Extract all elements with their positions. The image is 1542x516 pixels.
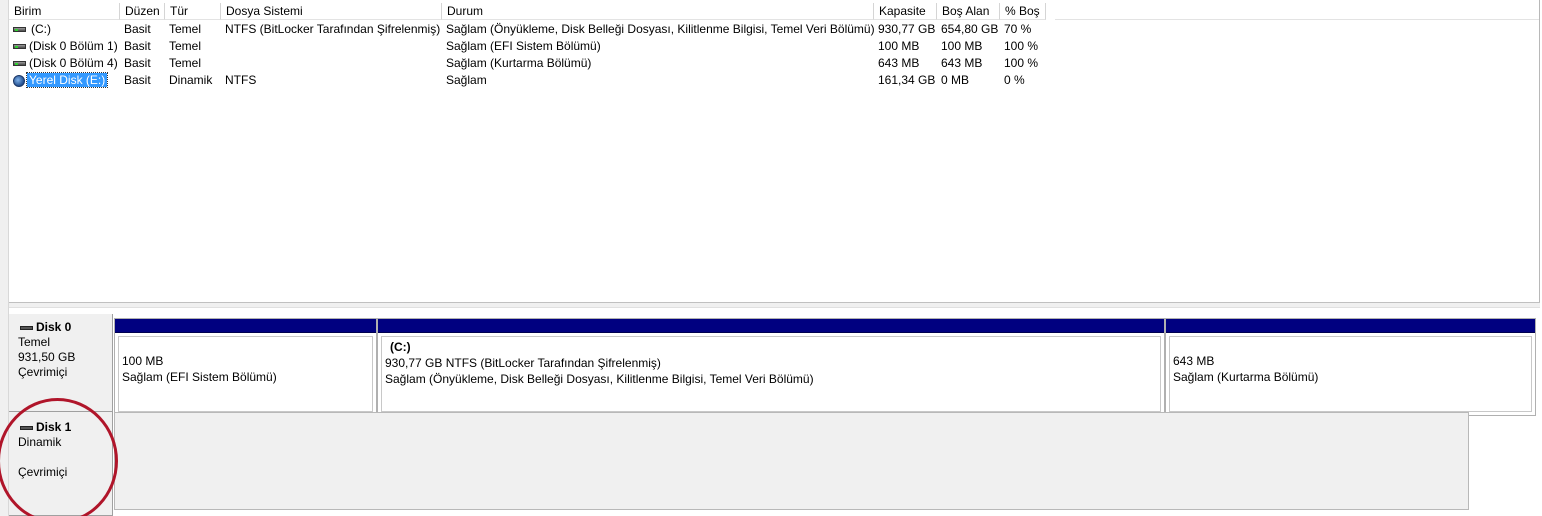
disk-0-label[interactable]: Disk 0 Temel 931,50 GB Çevrimiçi xyxy=(9,314,113,412)
cell-dosya-sistemi: NTFS (BitLocker Tarafından Şifrelenmiş) xyxy=(225,22,441,36)
table-row[interactable]: (C:) Basit Temel NTFS (BitLocker Tarafın… xyxy=(9,21,1049,38)
cell-yuzde-bos: 0 % xyxy=(1004,73,1025,87)
disk-1-type: Dinamik xyxy=(18,435,62,449)
cell-duzen: Basit xyxy=(124,56,151,70)
cell-birim: Yerel Disk (E:) xyxy=(25,72,109,89)
column-header-tur[interactable]: Tür xyxy=(165,3,221,20)
cell-durum: Sağlam (Önyükleme, Disk Belleği Dosyası,… xyxy=(446,22,875,36)
disk-0-status: Çevrimiçi xyxy=(18,365,68,379)
partition-status: Sağlam (EFI Sistem Bölümü) xyxy=(122,370,277,384)
disk-icon xyxy=(20,326,33,330)
partition-c[interactable]: (C:) 930,77 GB NTFS (BitLocker Tarafında… xyxy=(377,318,1165,416)
disk-1-area[interactable] xyxy=(114,412,1469,510)
cell-bos-alan: 654,80 GB xyxy=(941,22,999,36)
disk-graphical-view: Disk 0 Temel 931,50 GB Çevrimiçi 100 MB … xyxy=(9,308,1542,516)
cell-tur: Temel xyxy=(169,39,202,53)
partition-info: 643 MB Sağlam (Kurtarma Bölümü) xyxy=(1169,336,1532,412)
cell-duzen: Basit xyxy=(124,39,151,53)
basic-volume-icon xyxy=(13,60,26,67)
partition-size: 100 MB xyxy=(122,354,164,368)
cell-birim: (Disk 0 Bölüm 1) xyxy=(29,39,118,53)
column-header-yuzde-bos[interactable]: % Boş xyxy=(1000,3,1046,20)
partition-stripe xyxy=(378,319,1164,333)
dynamic-volume-icon xyxy=(12,74,26,88)
cell-durum: Sağlam xyxy=(446,73,487,87)
basic-volume-icon xyxy=(13,43,26,50)
cell-durum: Sağlam (EFI Sistem Bölümü) xyxy=(446,39,601,53)
cell-duzen: Basit xyxy=(124,22,151,36)
column-header-kapasite[interactable]: Kapasite xyxy=(874,3,937,20)
column-header-birim[interactable]: Birim xyxy=(9,3,120,20)
volume-list[interactable]: Birim Düzen Tür Dosya Sistemi Durum Kapa… xyxy=(9,0,1540,302)
cell-dosya-sistemi: NTFS xyxy=(225,73,257,87)
cell-birim: (C:) xyxy=(31,22,51,36)
selected-volume-name: Yerel Disk (E:) xyxy=(25,72,109,88)
cell-bos-alan: 643 MB xyxy=(941,56,983,70)
disk-1-label[interactable]: Disk 1 Dinamik Çevrimiçi xyxy=(9,412,113,516)
disk-0-type: Temel xyxy=(18,335,51,349)
cell-tur: Temel xyxy=(169,22,202,36)
partition-recovery[interactable]: 643 MB Sağlam (Kurtarma Bölümü) xyxy=(1165,318,1536,416)
table-row[interactable]: (Disk 0 Bölüm 4) Basit Temel Sağlam (Kur… xyxy=(9,55,1049,72)
partition-info: (C:) 930,77 GB NTFS (BitLocker Tarafında… xyxy=(381,336,1161,412)
cell-kapasite: 161,34 GB xyxy=(878,73,936,87)
left-edge-strip xyxy=(0,0,9,516)
cell-tur: Dinamik xyxy=(169,73,213,87)
cell-kapasite: 100 MB xyxy=(878,39,920,53)
column-header-bos-alan[interactable]: Boş Alan xyxy=(937,3,1000,20)
column-header-dosya-sistemi[interactable]: Dosya Sistemi xyxy=(221,3,442,20)
cell-bos-alan: 100 MB xyxy=(941,39,983,53)
partition-size: 643 MB xyxy=(1173,354,1215,368)
partition-efi[interactable]: 100 MB Sağlam (EFI Sistem Bölümü) xyxy=(114,318,377,416)
basic-volume-icon xyxy=(13,26,26,33)
cell-yuzde-bos: 100 % xyxy=(1004,56,1039,70)
disk-1-status: Çevrimiçi xyxy=(18,465,68,479)
cell-tur: Temel xyxy=(169,56,202,70)
disk-0-partitions: 100 MB Sağlam (EFI Sistem Bölümü) (C:) 9… xyxy=(114,318,1536,416)
cell-durum: Sağlam (Kurtarma Bölümü) xyxy=(446,56,592,70)
disk-0-size: 931,50 GB xyxy=(18,350,76,364)
table-row-selected[interactable]: Yerel Disk (E:) Basit Dinamik NTFS Sağla… xyxy=(9,72,1049,89)
cell-yuzde-bos: 70 % xyxy=(1004,22,1032,36)
disk-1-name: Disk 1 xyxy=(18,420,112,435)
disk-1-size xyxy=(18,450,112,465)
cell-bos-alan: 0 MB xyxy=(941,73,970,87)
cell-kapasite: 930,77 GB xyxy=(878,22,936,36)
cell-birim: (Disk 0 Bölüm 4) xyxy=(29,56,118,70)
cell-yuzde-bos: 100 % xyxy=(1004,39,1039,53)
table-row[interactable]: (Disk 0 Bölüm 1) Basit Temel Sağlam (EFI… xyxy=(9,38,1049,55)
cell-kapasite: 643 MB xyxy=(878,56,920,70)
column-header-duzen[interactable]: Düzen xyxy=(120,3,165,20)
partition-size: 930,77 GB NTFS (BitLocker Tarafından Şif… xyxy=(385,356,661,370)
column-header-filler xyxy=(1055,3,1539,20)
partition-title: (C:) xyxy=(390,340,411,354)
cell-duzen: Basit xyxy=(124,73,151,87)
partition-stripe xyxy=(115,319,376,333)
disk-icon xyxy=(20,426,33,430)
partition-status: Sağlam (Kurtarma Bölümü) xyxy=(1173,370,1319,384)
column-header-durum[interactable]: Durum xyxy=(442,3,874,20)
disk-0-name: Disk 0 xyxy=(18,320,112,335)
partition-status: Sağlam (Önyükleme, Disk Belleği Dosyası,… xyxy=(385,372,814,386)
partition-info: 100 MB Sağlam (EFI Sistem Bölümü) xyxy=(118,336,373,412)
partition-stripe xyxy=(1166,319,1535,333)
